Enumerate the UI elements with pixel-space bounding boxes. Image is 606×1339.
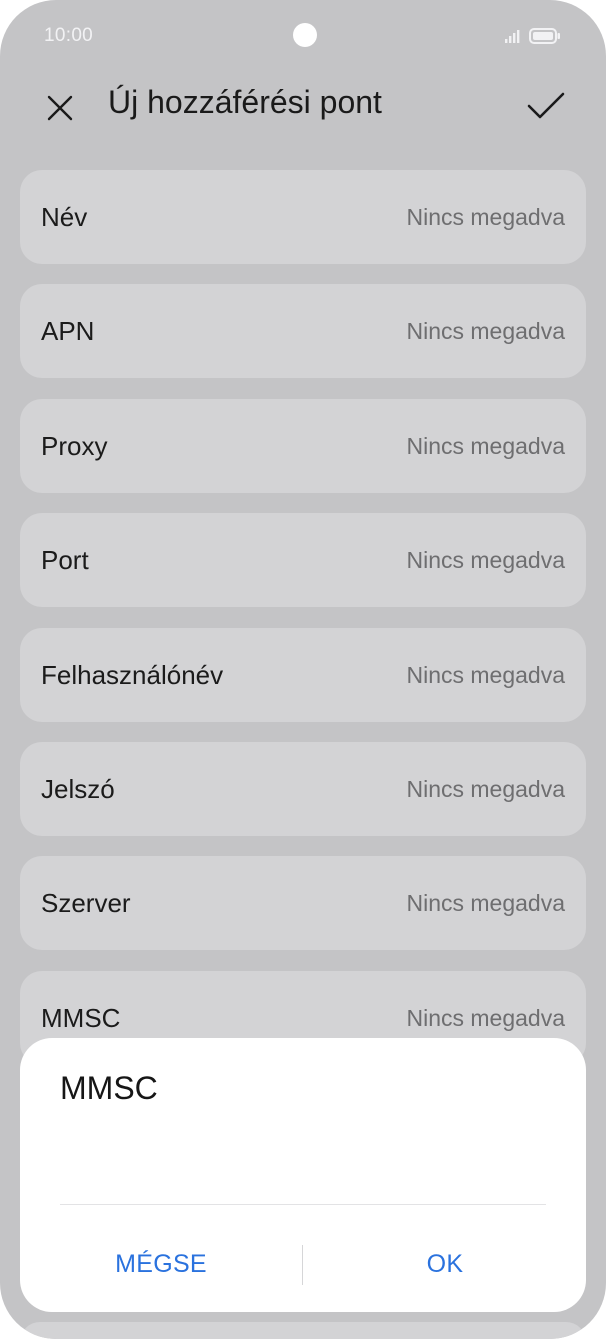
row-apn[interactable]: APN Nincs megadva	[20, 284, 586, 378]
row-label: Jelszó	[41, 774, 115, 804]
row-label: APN	[41, 316, 95, 346]
row-label: Felhasználónév	[41, 660, 224, 690]
row-value: Nincs megadva	[406, 318, 565, 344]
phone-screen: 10:00 Új hozzáférési pont Név Nincs mega…	[0, 0, 606, 1339]
close-icon	[47, 95, 73, 121]
row-label: MMSC	[41, 1003, 121, 1033]
row-port[interactable]: Port Nincs megadva	[20, 513, 586, 607]
row-label: Proxy	[41, 431, 108, 461]
cancel-button[interactable]: MÉGSE	[20, 1234, 302, 1294]
row-label: Szerver	[41, 888, 131, 918]
input-underline	[60, 1204, 546, 1205]
close-button[interactable]	[40, 88, 80, 128]
row-value: Nincs megadva	[406, 433, 565, 459]
row-label: Port	[41, 545, 89, 575]
check-icon	[527, 92, 565, 119]
mmsc-dialog: MMSC MÉGSE OK	[20, 1038, 586, 1312]
app-header: Új hozzáférési pont	[0, 70, 606, 140]
row-value: Nincs megadva	[406, 662, 565, 688]
row-value: Nincs megadva	[406, 547, 565, 573]
row-username[interactable]: Felhasználónév Nincs megadva	[20, 628, 586, 722]
status-time: 10:00	[44, 25, 94, 46]
confirm-button[interactable]	[522, 84, 570, 128]
page-title: Új hozzáférési pont	[108, 84, 382, 120]
button-divider	[302, 1245, 303, 1285]
row-value: Nincs megadva	[406, 890, 565, 916]
row-name[interactable]: Név Nincs megadva	[20, 170, 586, 264]
row-value: Nincs megadva	[406, 204, 565, 230]
row-label: Név	[41, 202, 88, 232]
row-password[interactable]: Jelszó Nincs megadva	[20, 742, 586, 836]
front-camera	[293, 23, 317, 47]
row-server[interactable]: Szerver Nincs megadva	[20, 856, 586, 950]
mmsc-input[interactable]	[60, 1134, 550, 1206]
signal-icon	[505, 30, 520, 43]
list-item	[20, 1322, 586, 1339]
status-bar: 10:00	[0, 0, 606, 70]
row-proxy[interactable]: Proxy Nincs megadva	[20, 399, 586, 493]
dialog-title: MMSC	[60, 1070, 158, 1106]
ok-button[interactable]: OK	[304, 1234, 586, 1294]
row-value: Nincs megadva	[406, 776, 565, 802]
battery-icon	[529, 28, 560, 44]
row-value: Nincs megadva	[406, 1005, 565, 1031]
